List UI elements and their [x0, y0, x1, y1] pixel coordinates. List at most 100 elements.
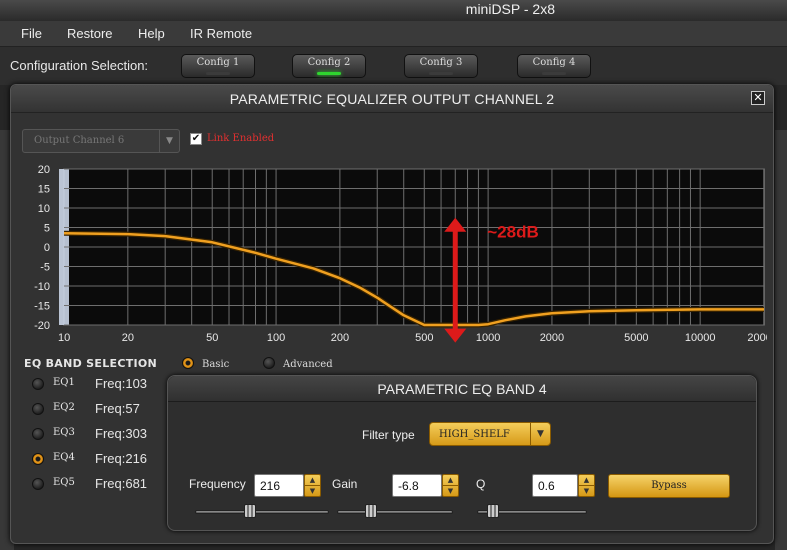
eq3-label: EQ3 [53, 427, 75, 438]
x-tick-label: 2000 [540, 332, 564, 344]
eq1-label: EQ1 [53, 377, 75, 388]
x-tick-label: 10000 [685, 332, 716, 344]
eq5-frequency: Freq:681 [95, 476, 148, 491]
eq1-radio[interactable] [32, 378, 44, 390]
filter-type-value: HIGH_SHELF [439, 429, 510, 440]
config-3-led [429, 72, 453, 75]
x-tick-label: 200 [331, 332, 349, 344]
q-label: Q [476, 477, 486, 491]
chevron-down-icon: ▼ [159, 130, 179, 152]
eq1-frequency: Freq:103 [95, 376, 148, 391]
chevron-down-icon: ▼ [530, 423, 550, 445]
basic-mode-radio[interactable] [182, 357, 194, 369]
config-2-button[interactable]: Config 2 [292, 54, 366, 78]
config-2-led [317, 72, 341, 75]
eq-band-panel-title: PARAMETRIC EQ BAND 4 [377, 381, 547, 397]
background-strip-right [775, 130, 787, 550]
y-tick-label: -20 [34, 320, 50, 332]
eq4-radio[interactable] [32, 453, 44, 465]
y-tick-label: 0 [44, 242, 50, 254]
eq5-radio[interactable] [32, 478, 44, 490]
y-tick-label: -15 [34, 301, 50, 313]
y-tick-label: 5 [44, 223, 50, 235]
y-tick-label: 15 [38, 184, 50, 196]
eq4-label: EQ4 [53, 452, 75, 463]
spinner-down-icon[interactable]: ▼ [443, 486, 458, 497]
eq-window-title: PARAMETRIC EQUALIZER OUTPUT CHANNEL 2 [229, 91, 555, 107]
spinner-up-icon[interactable]: ▲ [305, 475, 320, 486]
config-4-label: Config 4 [532, 57, 576, 68]
gain-input[interactable]: -6.8 [392, 474, 442, 497]
basic-mode-label: Basic [202, 359, 230, 370]
x-tick-label: 100 [267, 332, 285, 344]
config-4-button[interactable]: Config 4 [517, 54, 591, 78]
gain-label: Gain [332, 477, 358, 491]
x-tick-label: 20000 [747, 332, 767, 344]
link-enabled-label: Link Enabled [207, 133, 275, 144]
y-tick-label: 20 [38, 164, 50, 176]
title-bar: miniDSP - 2x8 [0, 0, 787, 20]
gain-slider-thumb[interactable] [365, 504, 378, 518]
x-tick-label: 500 [415, 332, 433, 344]
menu-help[interactable]: Help [138, 26, 165, 41]
gain-slider-track[interactable] [337, 510, 453, 514]
menu-bar: File Restore Help IR Remote [0, 21, 787, 47]
y-tick-label: 10 [38, 203, 50, 215]
q-input[interactable]: 0.6 [532, 474, 578, 497]
spinner-down-icon[interactable]: ▼ [305, 486, 320, 497]
link-enabled-checkbox[interactable]: ✔ [190, 133, 202, 145]
close-icon[interactable]: ✕ [751, 91, 765, 105]
x-tick-label: 1000 [476, 332, 500, 344]
x-tick-label: 10 [58, 332, 70, 344]
y-tick-label: -10 [34, 281, 50, 293]
frequency-slider-track[interactable] [195, 510, 329, 514]
eq2-frequency: Freq:57 [95, 401, 140, 416]
q-spinner[interactable]: ▲ ▼ [578, 474, 595, 497]
spinner-up-icon[interactable]: ▲ [443, 475, 458, 486]
advanced-mode-label: Advanced [283, 359, 333, 370]
eq3-frequency: Freq:303 [95, 426, 148, 441]
configuration-bar: Configuration Selection: Config 1 Config… [0, 47, 787, 85]
eq2-label: EQ2 [53, 402, 75, 413]
eq3-radio[interactable] [32, 428, 44, 440]
eq-window-header: PARAMETRIC EQUALIZER OUTPUT CHANNEL 2 ✕ [11, 85, 773, 113]
frequency-input[interactable]: 216 [254, 474, 304, 497]
annotation-arrowhead-down [444, 328, 467, 343]
config-1-button[interactable]: Config 1 [181, 54, 255, 78]
app-title: miniDSP - 2x8 [465, 1, 555, 17]
config-3-button[interactable]: Config 3 [404, 54, 478, 78]
eq-band-panel-header: PARAMETRIC EQ BAND 4 [168, 376, 756, 402]
spinner-up-icon[interactable]: ▲ [579, 475, 594, 486]
q-slider-thumb[interactable] [486, 504, 499, 518]
eq4-frequency: Freq:216 [95, 451, 148, 466]
frequency-label: Frequency [189, 477, 246, 491]
output-channel-select[interactable]: Output Channel 6 ▼ [22, 129, 180, 153]
config-1-led [206, 72, 230, 75]
filter-type-label: Filter type [362, 428, 415, 442]
x-tick-label: 20 [122, 332, 134, 344]
gain-spinner[interactable]: ▲ ▼ [442, 474, 459, 497]
x-tick-label: 50 [206, 332, 218, 344]
frequency-slider-thumb[interactable] [243, 504, 256, 518]
output-channel-value: Output Channel 6 [34, 135, 125, 146]
frequency-spinner[interactable]: ▲ ▼ [304, 474, 321, 497]
menu-restore[interactable]: Restore [67, 26, 113, 41]
config-selection-label: Configuration Selection: [10, 58, 149, 73]
annotation-label: ~28dB [487, 223, 539, 242]
config-1-label: Config 1 [196, 57, 240, 68]
config-3-label: Config 3 [419, 57, 463, 68]
spinner-down-icon[interactable]: ▼ [579, 486, 594, 497]
eq-band-selection-title: EQ BAND SELECTION [24, 357, 158, 370]
menu-file[interactable]: File [21, 26, 42, 41]
x-tick-label: 5000 [624, 332, 648, 344]
eq2-radio[interactable] [32, 403, 44, 415]
advanced-mode-radio[interactable] [263, 357, 275, 369]
config-4-led [542, 72, 566, 75]
bypass-button[interactable]: Bypass [608, 474, 730, 498]
menu-ir-remote[interactable]: IR Remote [190, 26, 252, 41]
y-tick-label: -5 [40, 262, 50, 274]
eq-response-graph: 20151050-5-10-15-2010 20 50 100 200 500 1000 20… [34, 164, 767, 344]
config-2-label: Config 2 [307, 57, 351, 68]
eq5-label: EQ5 [53, 477, 75, 488]
filter-type-select[interactable]: HIGH_SHELF ▼ [429, 422, 551, 446]
